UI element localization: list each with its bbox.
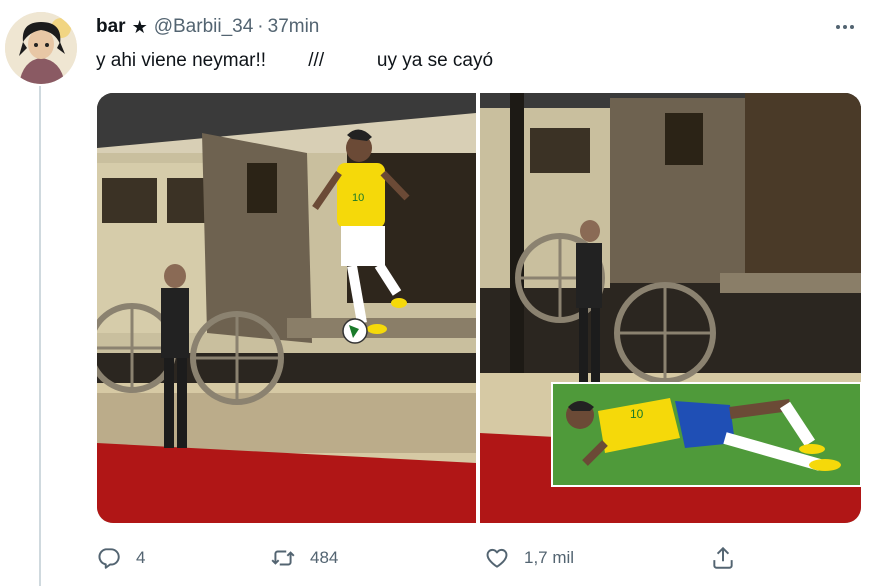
more-options-icon[interactable] xyxy=(832,14,858,40)
reply-count: 4 xyxy=(136,548,146,567)
media-panel-left[interactable]: 10 xyxy=(97,93,476,523)
star-badge: ★ xyxy=(131,16,148,37)
media-panel-right[interactable]: 10 xyxy=(480,93,861,523)
carriage-jump-image: 10 xyxy=(97,93,476,523)
display-name[interactable]: bar xyxy=(96,16,126,38)
like-button[interactable]: 1,7 mil xyxy=(484,540,574,576)
tweet-text: y ahi viene neymar!! /// uy ya se cayó xyxy=(96,50,494,71)
share-button[interactable] xyxy=(710,540,736,576)
carriage-fall-image: 10 xyxy=(480,93,861,523)
tweet-header: bar ★ @Barbii_34 · 37min xyxy=(96,14,319,40)
reply-button[interactable]: 4 xyxy=(96,540,145,576)
timestamp[interactable]: 37min xyxy=(268,16,320,38)
fall-inset: 10 xyxy=(551,382,861,487)
tweet-media[interactable]: 10 10 xyxy=(97,93,861,523)
separator-dot: · xyxy=(257,16,264,37)
retweet-button[interactable]: 484 xyxy=(270,540,338,576)
avatar[interactable] xyxy=(5,12,77,84)
svg-text:10: 10 xyxy=(352,192,364,204)
like-count: 1,7 mil xyxy=(524,548,575,567)
heart-icon xyxy=(486,548,508,568)
tweet-actions: 4 484 1,7 mil xyxy=(96,540,856,576)
retweet-count: 484 xyxy=(310,548,339,567)
retweet-icon xyxy=(271,550,295,566)
svg-text:10: 10 xyxy=(630,407,644,421)
avatar-image xyxy=(5,12,77,84)
reply-icon xyxy=(98,548,120,569)
share-icon xyxy=(713,546,733,569)
user-handle[interactable]: @Barbii_34 xyxy=(154,16,254,38)
thread-line xyxy=(39,86,41,586)
